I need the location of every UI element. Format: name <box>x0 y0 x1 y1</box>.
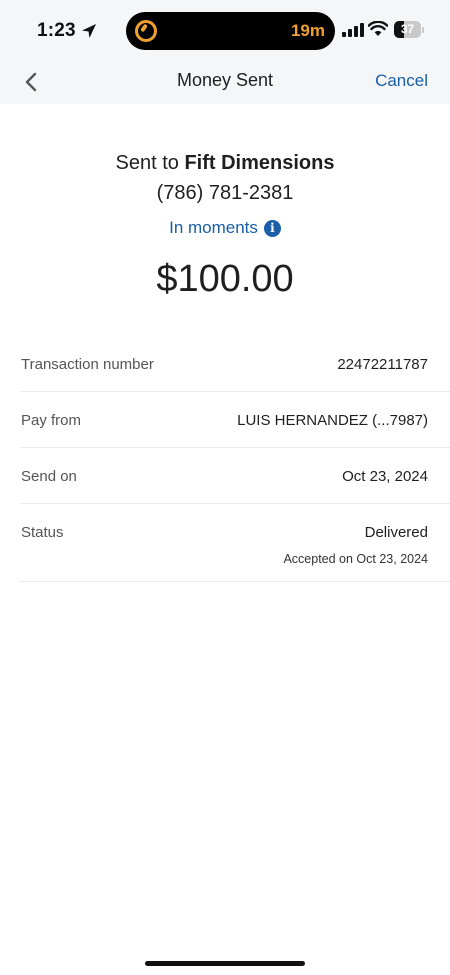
transaction-details: Transaction number 22472211787 Pay from … <box>20 336 450 582</box>
sent-prefix: Sent to <box>115 152 185 174</box>
detail-value: Oct 23, 2024 <box>342 468 428 485</box>
cancel-button[interactable]: Cancel <box>375 71 428 91</box>
recipient-name: Fift Dimensions <box>184 152 335 174</box>
detail-row-status: Status Delivered Accepted on Oct 23, 202… <box>20 504 450 582</box>
detail-label: Pay from <box>21 412 82 429</box>
status-time: 1:23 <box>37 20 76 41</box>
detail-value: LUIS HERNANDEZ (...7987) <box>237 412 428 429</box>
status-subtext: Accepted on Oct 23, 2024 <box>283 552 428 566</box>
wifi-icon <box>368 21 388 36</box>
detail-value: 22472211787 <box>337 356 428 373</box>
status-value: Delivered <box>364 524 428 541</box>
detail-label: Status <box>21 524 64 541</box>
status-bar: 1:23 19m 37 <box>0 0 450 60</box>
detail-label: Transaction number <box>21 356 154 373</box>
nav-header: Money Sent Cancel <box>0 60 450 104</box>
location-arrow-icon <box>82 24 96 38</box>
signal-icon <box>342 23 364 37</box>
detail-row-transaction-number: Transaction number 22472211787 <box>20 336 450 392</box>
detail-row-pay-from: Pay from LUIS HERNANDEZ (...7987) <box>20 392 450 448</box>
island-timer-text: 19m <box>290 21 325 40</box>
detail-row-send-on: Send on Oct 23, 2024 <box>20 448 450 504</box>
detail-label: Send on <box>21 468 77 485</box>
info-icon[interactable]: i <box>263 220 281 237</box>
timing-label: In moments <box>169 218 258 237</box>
battery-icon: 37 <box>394 21 424 39</box>
battery-percent: 37 <box>400 22 415 36</box>
recipient-phone: (786) 781-2381 <box>156 182 294 204</box>
sent-to-line: Sent to Fift Dimensions <box>0 152 450 175</box>
delivery-timing: In moments i <box>0 218 450 238</box>
dynamic-island[interactable]: 19m <box>126 12 335 50</box>
timer-icon <box>135 20 157 42</box>
home-indicator[interactable] <box>145 961 305 966</box>
amount-sent: $100.00 <box>156 258 294 300</box>
